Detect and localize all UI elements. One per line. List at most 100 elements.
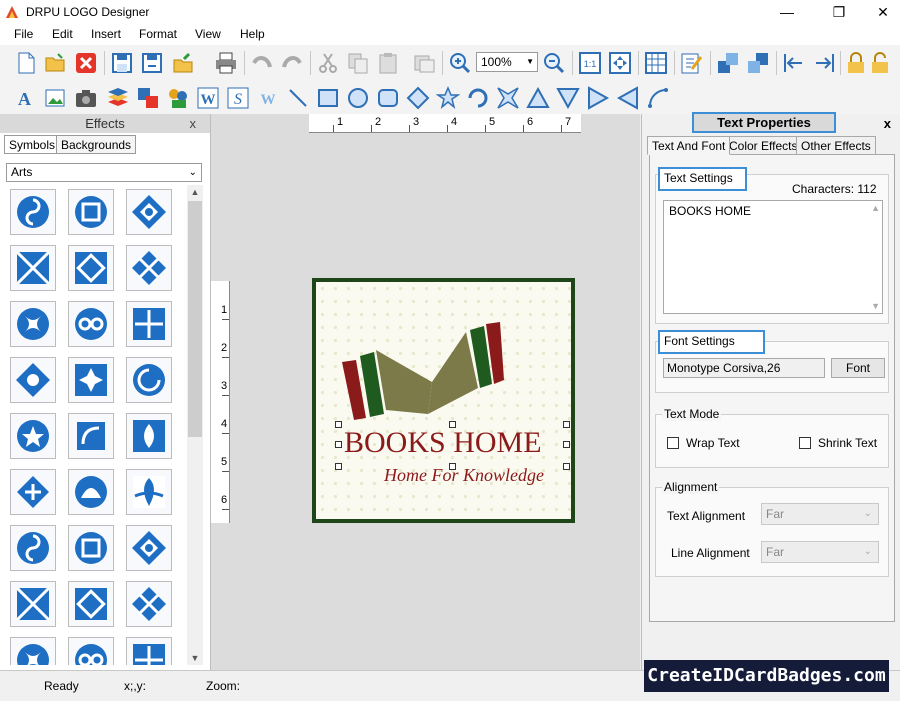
resize-handle-bottom-center[interactable] bbox=[449, 463, 456, 470]
open-folder-icon[interactable] bbox=[44, 51, 68, 75]
symbol-tile[interactable] bbox=[10, 637, 56, 665]
font-button[interactable]: Font bbox=[831, 358, 885, 378]
curve-tool-icon[interactable] bbox=[646, 86, 670, 110]
tab-symbols[interactable]: Symbols bbox=[4, 135, 61, 154]
insert-clipart-icon[interactable] bbox=[166, 86, 190, 110]
symbol-tile[interactable] bbox=[68, 301, 114, 347]
symbol-category-select[interactable]: Arts ⌄ bbox=[6, 163, 202, 182]
zoom-out-icon[interactable] bbox=[542, 51, 566, 75]
line-tool-icon[interactable] bbox=[286, 86, 310, 110]
triangle-up-tool-icon[interactable] bbox=[526, 86, 550, 110]
insert-text-icon[interactable]: A bbox=[14, 86, 38, 110]
star-tool-icon[interactable] bbox=[436, 86, 460, 110]
scroll-down-icon[interactable]: ▼ bbox=[187, 653, 203, 663]
symbol-tile[interactable] bbox=[10, 189, 56, 235]
unlock-icon[interactable] bbox=[868, 51, 892, 75]
text-alignment-select[interactable]: Far ⌄ bbox=[761, 503, 879, 525]
scroll-down-icon[interactable]: ▼ bbox=[871, 301, 880, 311]
symbol-tile[interactable] bbox=[10, 357, 56, 403]
scroll-up-icon[interactable]: ▲ bbox=[871, 203, 880, 213]
symbol-tile[interactable] bbox=[68, 357, 114, 403]
symbol-tile[interactable] bbox=[68, 581, 114, 627]
align-left-icon[interactable] bbox=[782, 51, 806, 75]
symbol-tile[interactable] bbox=[126, 469, 172, 515]
symbol-grid-scrollbar[interactable]: ▲ ▼ bbox=[187, 185, 203, 665]
logo-subtitle-text[interactable]: Home For Knowledge bbox=[384, 465, 544, 486]
fit-to-window-icon[interactable] bbox=[608, 51, 632, 75]
line-alignment-select[interactable]: Far ⌄ bbox=[761, 541, 879, 563]
logo-title-text[interactable]: BOOKS HOME bbox=[344, 426, 542, 460]
undo-icon[interactable] bbox=[250, 51, 274, 75]
align-right-icon[interactable] bbox=[812, 51, 836, 75]
export-icon[interactable] bbox=[172, 51, 196, 75]
new-file-icon[interactable] bbox=[14, 51, 38, 75]
resize-handle-middle-right[interactable] bbox=[563, 441, 570, 448]
symbol-tile[interactable] bbox=[68, 525, 114, 571]
triangle-left-tool-icon[interactable] bbox=[616, 86, 640, 110]
lock-icon[interactable] bbox=[844, 51, 868, 75]
text-properties-close-button[interactable]: x bbox=[884, 116, 891, 131]
send-backward-icon[interactable] bbox=[746, 51, 770, 75]
bring-forward-icon[interactable] bbox=[716, 51, 740, 75]
burst-tool-icon[interactable] bbox=[496, 86, 520, 110]
rectangle-tool-icon[interactable] bbox=[316, 86, 340, 110]
symbol-tile[interactable] bbox=[68, 637, 114, 665]
symbol-tile[interactable] bbox=[126, 245, 172, 291]
effects-panel-close-button[interactable]: x bbox=[190, 114, 197, 133]
symbol-tile[interactable] bbox=[126, 637, 172, 665]
triangle-right-tool-icon[interactable] bbox=[586, 86, 610, 110]
cut-icon[interactable] bbox=[316, 51, 340, 75]
resize-handle-top-right[interactable] bbox=[563, 421, 570, 428]
resize-handle-middle-left[interactable] bbox=[335, 441, 342, 448]
symbol-tile[interactable] bbox=[68, 469, 114, 515]
symbol-tile[interactable] bbox=[126, 357, 172, 403]
close-file-icon[interactable] bbox=[74, 51, 98, 75]
wrap-text-checkbox[interactable] bbox=[667, 437, 679, 449]
camera-icon[interactable] bbox=[74, 86, 98, 110]
zoom-in-icon[interactable] bbox=[448, 51, 472, 75]
symbol-tile[interactable] bbox=[10, 413, 56, 459]
symbol-tile[interactable] bbox=[68, 413, 114, 459]
symbol-tile[interactable] bbox=[126, 525, 172, 571]
insert-shapes-icon[interactable] bbox=[136, 86, 160, 110]
grid-icon[interactable] bbox=[644, 51, 668, 75]
close-window-button[interactable]: ✕ bbox=[860, 0, 900, 24]
tab-color-effects[interactable]: Color Effects bbox=[724, 136, 803, 155]
menu-file[interactable]: File bbox=[14, 27, 33, 41]
ellipse-tool-icon[interactable] bbox=[346, 86, 370, 110]
insert-watermark-icon[interactable]: W bbox=[256, 86, 280, 110]
insert-signature-icon[interactable]: S bbox=[226, 86, 250, 110]
maximize-button[interactable]: ❐ bbox=[816, 0, 862, 24]
symbol-tile[interactable] bbox=[126, 413, 172, 459]
menu-format[interactable]: Format bbox=[139, 27, 177, 41]
rounded-rect-tool-icon[interactable] bbox=[376, 86, 400, 110]
symbol-tile[interactable] bbox=[10, 525, 56, 571]
tab-backgrounds[interactable]: Backgrounds bbox=[56, 135, 137, 154]
scrollbar-thumb[interactable] bbox=[188, 201, 202, 437]
insert-image-icon[interactable] bbox=[44, 86, 68, 110]
save-icon[interactable] bbox=[110, 51, 134, 75]
diamond-tool-icon[interactable] bbox=[406, 86, 430, 110]
minimize-button[interactable]: — bbox=[764, 0, 810, 24]
text-content-input[interactable]: BOOKS HOME ▲ ▼ bbox=[663, 200, 883, 314]
symbol-tile[interactable] bbox=[126, 301, 172, 347]
symbol-tile[interactable] bbox=[126, 189, 172, 235]
paste-icon[interactable] bbox=[376, 51, 400, 75]
font-name-field[interactable]: Monotype Corsiva,26 bbox=[663, 358, 825, 378]
logo-design[interactable]: BOOKS HOME Home For Knowledge bbox=[312, 278, 575, 523]
resize-handle-bottom-right[interactable] bbox=[563, 463, 570, 470]
symbol-tile[interactable] bbox=[10, 469, 56, 515]
resize-handle-top-center[interactable] bbox=[449, 421, 456, 428]
triangle-down-tool-icon[interactable] bbox=[556, 86, 580, 110]
shrink-text-checkbox[interactable] bbox=[799, 437, 811, 449]
resize-handle-top-left[interactable] bbox=[335, 421, 342, 428]
insert-layers-icon[interactable] bbox=[106, 86, 130, 110]
symbol-tile[interactable] bbox=[68, 189, 114, 235]
scroll-up-icon[interactable]: ▲ bbox=[187, 187, 203, 197]
redo-icon[interactable] bbox=[280, 51, 304, 75]
symbol-tile[interactable] bbox=[126, 581, 172, 627]
actual-size-icon[interactable]: 1:1 bbox=[578, 51, 602, 75]
arc-tool-icon[interactable] bbox=[466, 86, 490, 110]
print-icon[interactable] bbox=[214, 51, 238, 75]
symbol-tile[interactable] bbox=[10, 245, 56, 291]
